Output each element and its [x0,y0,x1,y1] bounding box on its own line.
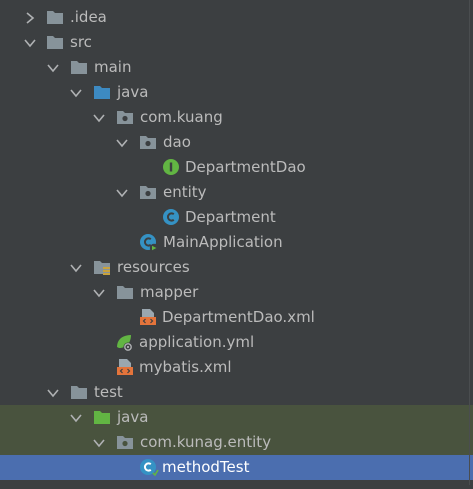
chevron-down-icon[interactable] [114,130,130,155]
tree-item-main[interactable]: main [0,55,473,80]
spring-boot-class-icon [139,233,159,253]
chevron-down-icon[interactable] [22,30,38,55]
package-icon [139,183,157,201]
project-tree: .idea src main java com.kuang dao Depart… [0,0,473,485]
chevron-down-icon[interactable] [45,55,61,80]
chevron-down-icon[interactable] [114,180,130,205]
folder-icon [70,383,88,401]
chevron-down-icon[interactable] [68,80,84,105]
chevron-down-icon[interactable] [91,430,107,455]
tree-item-label: entity [163,183,207,201]
tree-item-src[interactable]: src [0,30,473,55]
xml-file-icon [116,358,134,376]
folder-icon [116,283,134,301]
tree-item-methodtest[interactable]: methodTest [0,455,473,480]
tree-item-label: application.yml [139,333,255,351]
xml-file-icon [139,308,157,326]
tree-item-idea[interactable]: .idea [0,5,473,30]
tree-item-label: DepartmentDao.xml [162,308,315,326]
vertical-scrollbar[interactable] [465,0,473,485]
tree-item-com-kuang[interactable]: com.kuang [0,105,473,130]
chevron-down-icon[interactable] [91,105,107,130]
source-folder-icon [93,83,111,101]
tree-item-mapper[interactable]: mapper [0,280,473,305]
tree-item-label: dao [163,133,191,151]
tree-item-com-kunag-entity[interactable]: com.kunag.entity [0,430,473,455]
tree-item-label: DepartmentDao [185,158,306,176]
tree-item-mainapplication[interactable]: MainApplication [0,230,473,255]
test-class-icon [139,458,159,477]
tree-item-label: src [70,33,92,51]
chevron-down-icon[interactable] [45,380,61,405]
tree-item-label: test [94,383,123,401]
tree-item-application-yml[interactable]: application.yml [0,330,473,355]
tree-item-department[interactable]: Department [0,205,473,230]
tree-item-label: mybatis.xml [139,358,232,376]
package-icon [139,133,157,151]
tree-item-mybatis-xml[interactable]: mybatis.xml [0,355,473,380]
chevron-down-icon[interactable] [91,280,107,305]
tree-item-label: java [117,83,149,101]
tree-item-resources[interactable]: resources [0,255,473,280]
bottom-edge [0,480,473,485]
folder-icon [70,58,88,76]
tree-item-label: resources [117,258,190,276]
tree-item-label: MainApplication [163,233,283,251]
tree-item-departmentdao[interactable]: DepartmentDao [0,155,473,180]
tree-item-label: mapper [140,283,199,301]
interface-icon [162,158,180,176]
folder-icon [46,33,64,51]
folder-icon [46,8,64,26]
tree-item-label: main [94,58,132,76]
tree-item-label: com.kunag.entity [140,433,272,451]
tree-item-dao[interactable]: dao [0,130,473,155]
chevron-down-icon[interactable] [68,255,84,280]
spring-config-icon [115,333,133,352]
tree-item-java-main[interactable]: java [0,80,473,105]
tree-item-entity[interactable]: entity [0,180,473,205]
tree-item-label: com.kuang [140,108,223,126]
tree-item-java-test[interactable]: java [0,405,473,430]
chevron-right-icon[interactable] [22,5,38,30]
package-icon [116,433,134,451]
tree-item-label: Department [185,208,276,226]
tree-item-departmentdao-xml[interactable]: DepartmentDao.xml [0,305,473,330]
class-icon [162,208,180,226]
tree-item-test[interactable]: test [0,380,473,405]
chevron-down-icon[interactable] [68,405,84,430]
package-icon [116,108,134,126]
resources-folder-icon [93,258,111,276]
test-source-folder-icon [93,408,111,426]
tree-item-label: java [117,408,149,426]
tree-item-label: .idea [70,8,107,26]
tree-item-label: methodTest [162,458,250,476]
